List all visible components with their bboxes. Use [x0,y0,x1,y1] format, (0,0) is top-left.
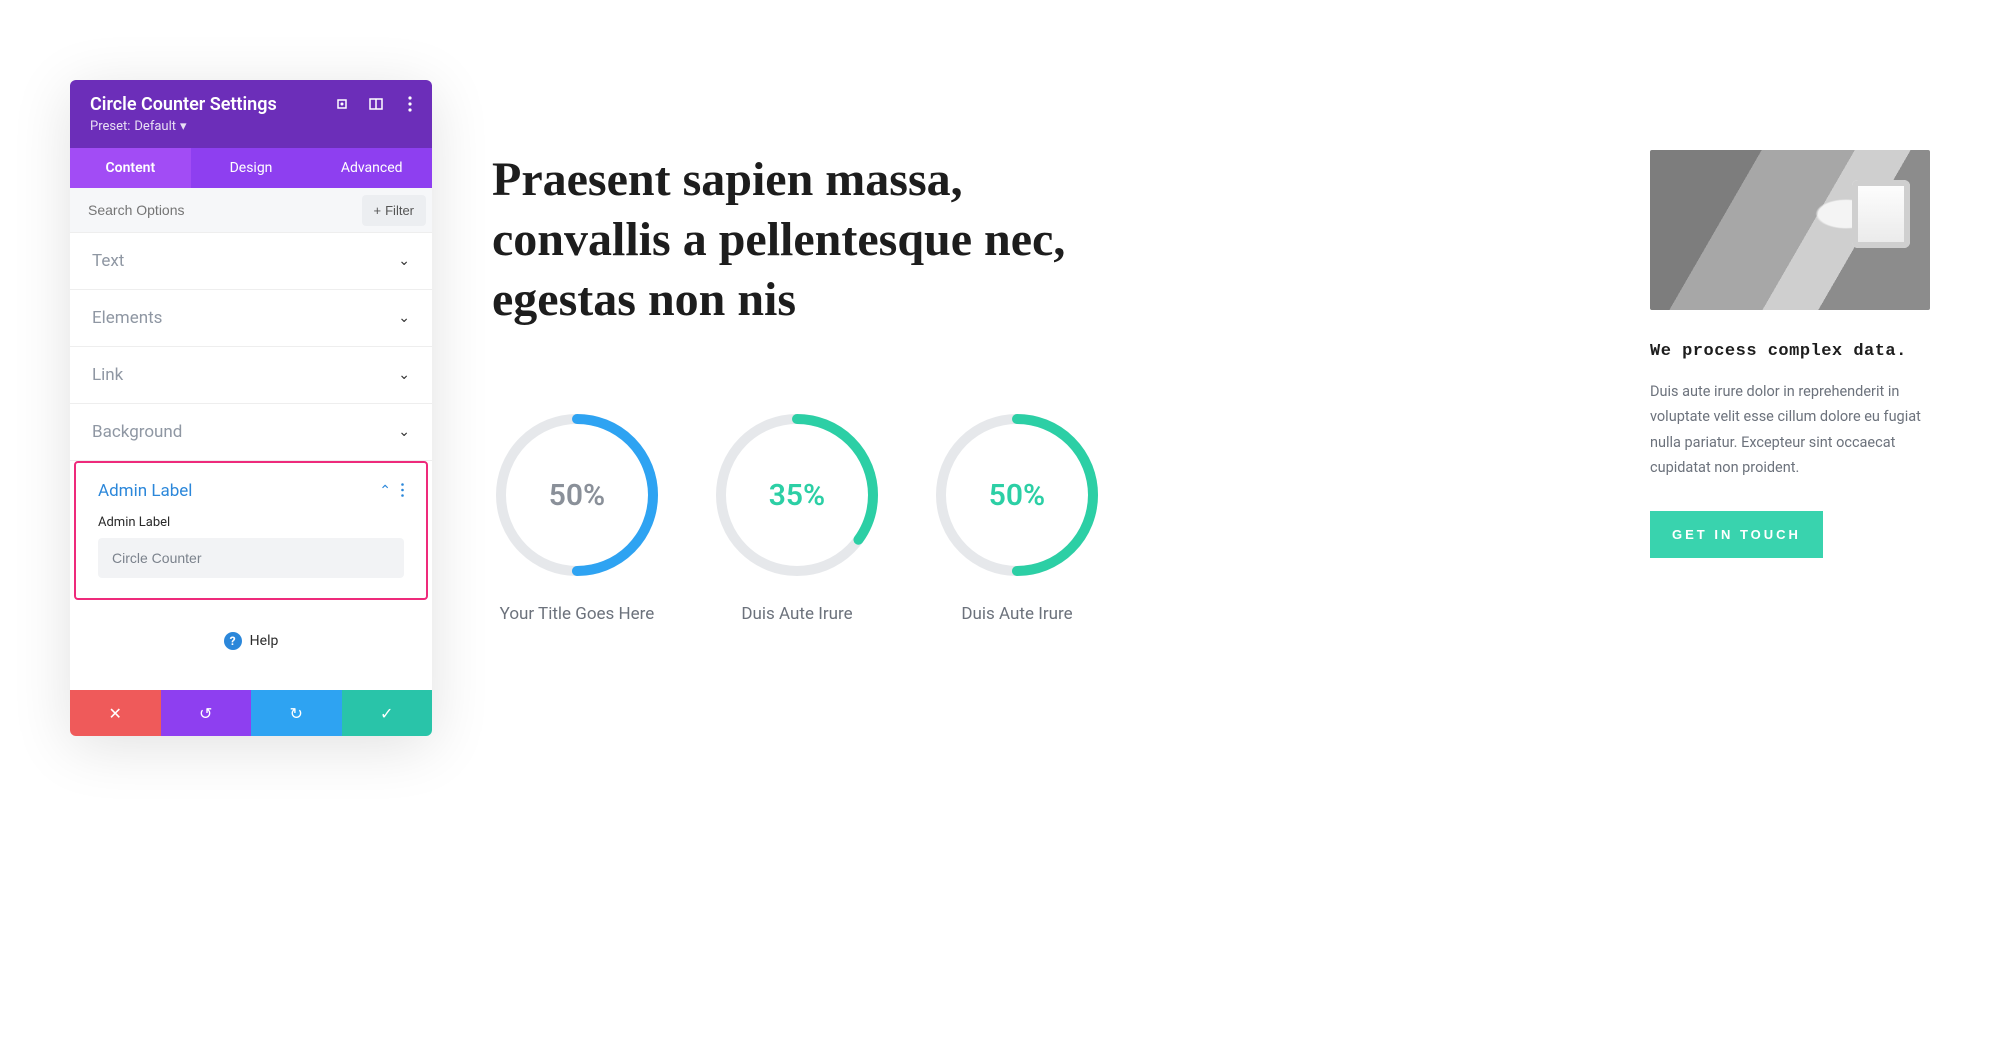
check-icon: ✓ [380,704,393,723]
save-button[interactable]: ✓ [342,690,433,736]
counters-row: 50% Your Title Goes Here 35% Duis Aute I… [492,410,1590,624]
admin-label-field-label: Admin Label [98,515,404,530]
panel-tabs: Content Design Advanced [70,148,432,188]
counter-title: Your Title Goes Here [500,604,655,624]
panel-header: Circle Counter Settings Preset: Default … [70,80,432,148]
columns-icon[interactable] [368,96,384,112]
help-icon: ? [224,632,242,650]
undo-button[interactable]: ↺ [161,690,252,736]
page-content: Praesent sapien massa, convallis a pelle… [492,80,1930,624]
undo-icon: ↺ [199,704,212,723]
circle-counter: 50% Your Title Goes Here [492,410,662,624]
section-background[interactable]: Background ⌄ [70,404,432,461]
redo-icon: ↻ [290,704,303,723]
page-heading: Praesent sapien massa, convallis a pelle… [492,150,1132,330]
section-label: Elements [92,308,162,328]
tab-design[interactable]: Design [191,148,312,188]
section-admin-label: Admin Label ⌃ Admin Label [74,461,428,600]
panel-footer: ✕ ↺ ↻ ✓ [70,690,432,736]
counter-ring: 35% [712,410,882,580]
sidebar-column: We process complex data. Duis aute irure… [1650,150,1930,624]
section-label: Link [92,365,123,385]
tab-content[interactable]: Content [70,148,191,188]
section-label: Text [92,251,124,271]
get-in-touch-button[interactable]: GET IN TOUCH [1650,511,1823,558]
tab-advanced[interactable]: Advanced [311,148,432,188]
circle-counter: 50% Duis Aute Irure [932,410,1102,624]
help-link[interactable]: ? Help [70,604,432,690]
admin-label-header[interactable]: Admin Label ⌃ [76,463,426,509]
chevron-down-icon: ⌄ [398,424,410,440]
counter-value: 50% [932,410,1102,580]
plus-icon: + [374,203,382,218]
preset-selector[interactable]: Preset: Default ▾ [90,119,412,134]
counter-title: Duis Aute Irure [741,604,852,624]
cancel-button[interactable]: ✕ [70,690,161,736]
hero-image [1650,150,1930,310]
help-label: Help [250,633,279,649]
counter-ring: 50% [932,410,1102,580]
chevron-up-icon: ⌃ [379,483,391,499]
chevron-down-icon: ⌄ [398,367,410,383]
section-link[interactable]: Link ⌄ [70,347,432,404]
chevron-down-icon: ⌄ [398,310,410,326]
section-elements[interactable]: Elements ⌄ [70,290,432,347]
settings-panel: Circle Counter Settings Preset: Default … [70,80,432,736]
admin-label-heading: Admin Label [98,481,192,501]
circle-counter: 35% Duis Aute Irure [712,410,882,624]
preset-value: Default [134,119,176,134]
redo-button[interactable]: ↻ [251,690,342,736]
search-row: + Filter [70,188,432,233]
more-vert-icon[interactable] [402,96,418,112]
caret-down-icon: ▾ [180,119,187,134]
admin-label-input[interactable] [98,538,404,578]
sidebar-paragraph: Duis aute irure dolor in reprehenderit i… [1650,379,1930,481]
search-input[interactable] [70,188,356,232]
filter-button[interactable]: + Filter [362,195,426,226]
close-icon: ✕ [109,704,122,723]
counter-value: 50% [492,410,662,580]
counter-title: Duis Aute Irure [961,604,1072,624]
counter-ring: 50% [492,410,662,580]
filter-label: Filter [385,203,414,218]
more-vert-icon[interactable] [401,482,404,501]
counter-value: 35% [712,410,882,580]
preset-prefix: Preset: [90,119,130,134]
sidebar-heading: We process complex data. [1650,342,1930,361]
section-text[interactable]: Text ⌄ [70,233,432,290]
chevron-down-icon: ⌄ [398,253,410,269]
section-label: Background [92,422,182,442]
expand-icon[interactable] [334,96,350,112]
